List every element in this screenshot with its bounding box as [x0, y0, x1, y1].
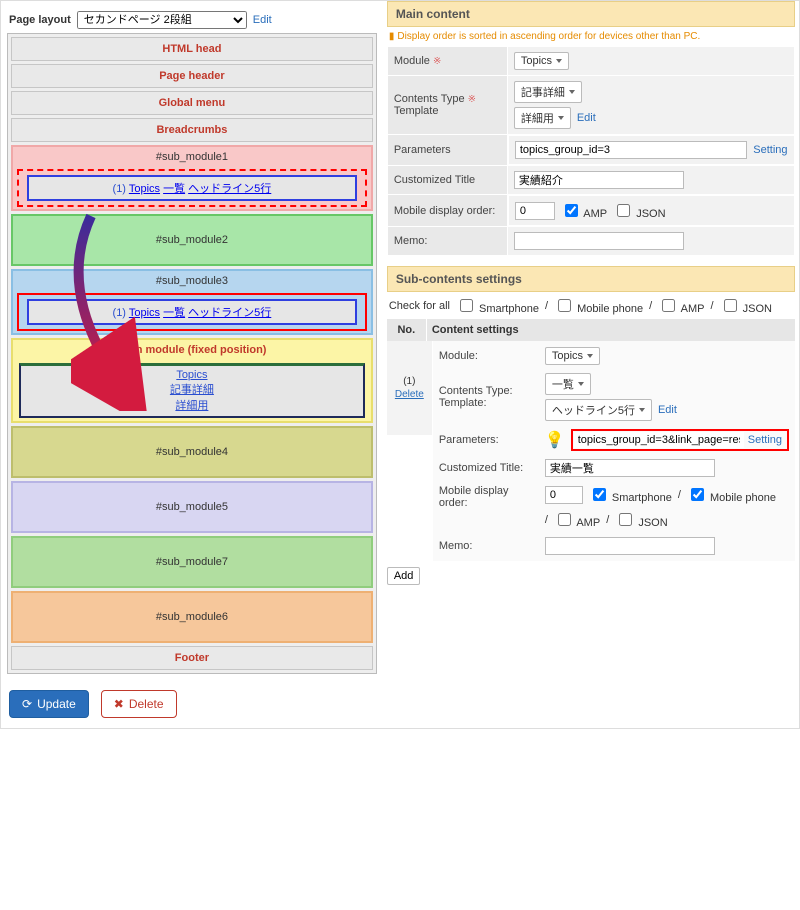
- module-block-1[interactable]: (1) Topics 一覧 ヘッドライン5行: [27, 175, 357, 201]
- page-layout-select[interactable]: セカンドページ 2段組: [77, 11, 247, 29]
- add-button[interactable]: Add: [387, 567, 421, 585]
- template-edit-link[interactable]: Edit: [577, 112, 596, 124]
- slot-sub-module5[interactable]: #sub_module5: [11, 481, 373, 533]
- slot-main-module[interactable]: Main module (fixed position) Topics 記事詳細…: [11, 338, 373, 423]
- page-layout-label: Page layout: [9, 14, 71, 26]
- update-button[interactable]: ⟳Update: [9, 690, 89, 718]
- slot-page-header[interactable]: Page header: [11, 64, 373, 88]
- close-icon: ✖: [114, 697, 124, 711]
- refresh-icon: ⟳: [22, 697, 32, 711]
- sub-amp-check[interactable]: AMP: [554, 510, 600, 529]
- highlight-target: (1) Topics 一覧 ヘッドライン5行: [17, 293, 367, 331]
- contents-type-dropdown[interactable]: 記事詳細: [514, 81, 582, 103]
- slot-footer[interactable]: Footer: [11, 646, 373, 670]
- slot-sub-module6[interactable]: #sub_module6: [11, 591, 373, 643]
- sub-mdo-input[interactable]: [545, 486, 583, 504]
- bulb-icon: 💡: [545, 430, 565, 450]
- sub-json-check[interactable]: JSON: [615, 510, 667, 529]
- memo-input[interactable]: [514, 232, 684, 250]
- check-all-mp[interactable]: Mobile phone: [554, 296, 643, 315]
- link-headline-3[interactable]: ヘッドライン5行: [188, 307, 271, 319]
- check-all-json[interactable]: JSON: [720, 296, 772, 315]
- main-content-table: Module ※ Topics Contents Type ※Template …: [387, 46, 795, 256]
- slot-sub-module1[interactable]: #sub_module1 (1) Topics 一覧 ヘッドライン5行: [11, 145, 373, 211]
- mobile-order-input[interactable]: [515, 202, 555, 220]
- slot-sub-module7[interactable]: #sub_module7: [11, 536, 373, 588]
- highlight-param: Setting: [571, 429, 789, 451]
- sub-contents-header: Sub-contents settings: [387, 266, 795, 292]
- subrow-delete-link[interactable]: Delete: [389, 389, 430, 400]
- link-list-3[interactable]: 一覧: [163, 307, 185, 319]
- edit-layout-link[interactable]: Edit: [253, 14, 272, 26]
- subcontent-columns: No. Content settings: [387, 319, 795, 341]
- link-topics-3[interactable]: Topics: [129, 307, 160, 319]
- delete-button[interactable]: ✖Delete: [101, 690, 177, 718]
- module-block-3[interactable]: (1) Topics 一覧 ヘッドライン5行: [27, 299, 357, 325]
- amp-checkbox[interactable]: AMP: [561, 201, 607, 220]
- layout-preview: HTML head Page header Global menu Breadc…: [7, 33, 377, 674]
- sub-parameters-input[interactable]: [574, 432, 744, 448]
- link-list[interactable]: 一覧: [163, 183, 185, 195]
- link-topics[interactable]: Topics: [129, 183, 160, 195]
- link-main-detail[interactable]: 記事詳細: [25, 381, 359, 397]
- slot-sub-module4[interactable]: #sub_module4: [11, 426, 373, 478]
- sub-module-dropdown[interactable]: Topics: [545, 347, 600, 365]
- main-module-block[interactable]: Topics 記事詳細 詳細用: [19, 363, 365, 418]
- sub-tpl-edit-link[interactable]: Edit: [658, 404, 677, 416]
- sub-sp-check[interactable]: Smartphone: [589, 485, 672, 504]
- sub-ct-dropdown[interactable]: 一覧: [545, 373, 591, 395]
- check-all-label: Check for all: [389, 300, 450, 312]
- link-main-topics[interactable]: Topics: [25, 369, 359, 381]
- sub-memo-input[interactable]: [545, 537, 715, 555]
- display-order-note: ▮Display order is sorted in ascending or…: [387, 27, 795, 46]
- slot-sub-module3[interactable]: #sub_module3 (1) Topics 一覧 ヘッドライン5行: [11, 269, 373, 335]
- sub-parameters-setting-link[interactable]: Setting: [744, 434, 786, 446]
- subcontent-row-1: (1) Delete Module: Topics Contents Type:…: [387, 341, 795, 561]
- slot-breadcrumbs[interactable]: Breadcrumbs: [11, 118, 373, 142]
- check-all-sp[interactable]: Smartphone: [456, 296, 539, 315]
- slot-sub-module2[interactable]: #sub_module2: [11, 214, 373, 266]
- slot-global-menu[interactable]: Global menu: [11, 91, 373, 115]
- main-content-header: Main content: [387, 1, 795, 27]
- highlight-source: (1) Topics 一覧 ヘッドライン5行: [17, 169, 367, 207]
- sub-tpl-dropdown[interactable]: ヘッドライン5行: [545, 399, 652, 421]
- slot-html-head[interactable]: HTML head: [11, 37, 373, 61]
- customized-title-input[interactable]: [514, 171, 684, 189]
- module-dropdown[interactable]: Topics: [514, 52, 569, 70]
- link-headline[interactable]: ヘッドライン5行: [188, 183, 271, 195]
- template-dropdown[interactable]: 詳細用: [514, 107, 571, 129]
- check-all-amp[interactable]: AMP: [658, 296, 704, 315]
- parameters-input[interactable]: [515, 141, 747, 159]
- json-checkbox[interactable]: JSON: [613, 201, 665, 220]
- parameters-setting-link[interactable]: Setting: [753, 144, 787, 156]
- sub-ctitle-input[interactable]: [545, 459, 715, 477]
- sub-mp-check[interactable]: Mobile phone: [687, 485, 776, 504]
- link-main-tpl[interactable]: 詳細用: [25, 397, 359, 413]
